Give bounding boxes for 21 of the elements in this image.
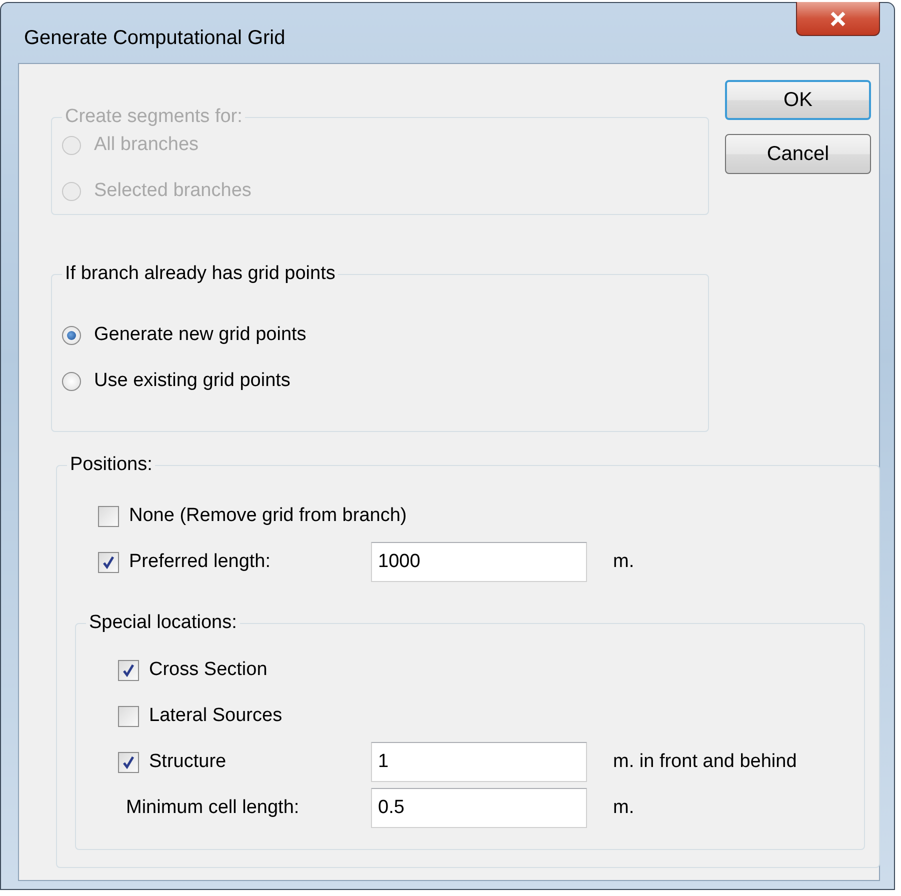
dialog-button[interactable]: OK [725, 80, 871, 120]
radio-label[interactable]: Use existing grid points [94, 370, 290, 392]
group-title: If branch already has grid points [64, 263, 336, 285]
checkbox-label[interactable]: None (Remove grid from branch) [129, 505, 407, 527]
group-title: Create segments for: [64, 106, 244, 128]
checkbox-label[interactable]: Preferred length: [129, 551, 271, 573]
input-field[interactable]: 0.5 [371, 788, 587, 828]
unit-label: m. in front and behind [613, 751, 797, 773]
input-field[interactable]: 1 [371, 742, 587, 782]
dialog-button[interactable]: Cancel [725, 134, 871, 174]
field-label: Minimum cell length: [125, 797, 300, 819]
checkbox-label[interactable]: Lateral Sources [149, 705, 282, 727]
group-title: Special locations: [88, 612, 238, 634]
unit-label: m. [613, 797, 634, 819]
window-title: Generate Computational Grid [24, 27, 286, 50]
unit-label: m. [613, 551, 634, 573]
input-field[interactable]: 1000 [371, 542, 587, 582]
group-title: Positions: [69, 454, 154, 476]
checkbox-label[interactable]: Structure [149, 751, 226, 773]
radio-label[interactable]: Generate new grid points [94, 324, 306, 346]
checkbox-label[interactable]: Cross Section [149, 659, 268, 681]
